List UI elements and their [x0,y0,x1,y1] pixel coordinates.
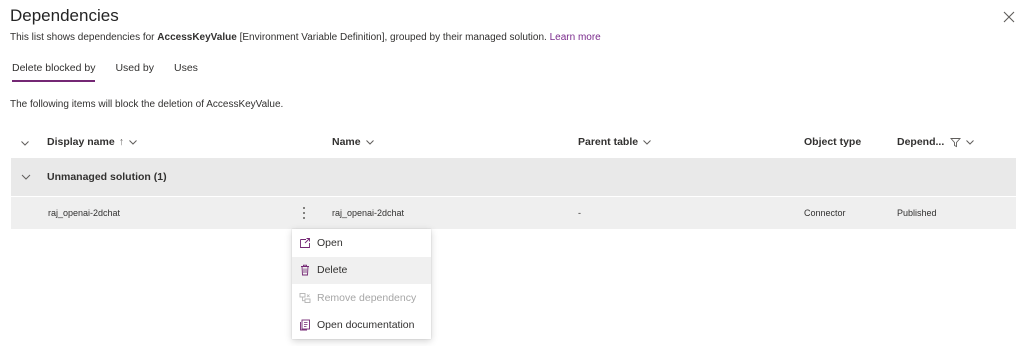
tab-used-by[interactable]: Used by [115,62,154,82]
remove-dependency-icon [299,292,311,303]
column-label-display-name: Display name [47,136,115,148]
cell-name: raj_openai-2dchat [332,208,405,218]
menu-label-remove-dependency: Remove dependency [317,291,417,304]
sort-ascending-icon: ↑ [118,136,124,148]
tab-uses[interactable]: Uses [174,62,198,82]
chevron-down-icon [365,140,374,145]
description-suffix: [Environment Variable Definition], group… [236,32,550,43]
description-prefix: This list shows dependencies for [10,32,158,43]
close-icon[interactable] [1001,9,1017,25]
more-options-icon[interactable] [297,204,311,222]
menu-item-remove-dependency[interactable]: Remove dependency [292,284,431,312]
dependencies-description: This list shows dependencies for AccessK… [10,32,601,43]
grid-header: Display name ↑ Name Parent table Object … [11,127,1016,158]
menu-label-open-documentation: Open documentation [317,319,415,332]
documentation-icon [300,319,310,331]
tab-delete-blocked-by[interactable]: Delete blocked by [12,62,96,82]
column-header-name[interactable]: Name [332,136,375,148]
chevron-down-icon [966,140,975,145]
column-header-dependency[interactable]: Depend... [897,136,975,148]
menu-item-open-documentation[interactable]: Open documentation [292,312,431,340]
chevron-down-icon[interactable] [20,171,32,183]
page-title: Dependencies [10,6,119,25]
trash-icon [301,265,309,276]
cell-parent-table: - [578,208,581,218]
menu-label-open: Open [317,236,343,249]
cell-display-name: raj_openai-2dchat [48,208,121,218]
tab-list: Delete blocked by Used by Uses [12,62,218,82]
filter-icon [950,137,962,147]
table-row[interactable]: raj_openai-2dchat raj_openai-2dchat - Co… [11,197,1016,229]
column-label-dependency: Depend... [897,136,945,148]
menu-item-open[interactable]: Open [292,229,431,257]
chevron-down-icon [643,140,651,145]
menu-item-delete[interactable]: Delete [292,256,431,284]
row-context-menu: Open Delete Remove dependency Open docum… [292,229,431,339]
component-name: AccessKeyValue [157,32,237,43]
learn-more-link[interactable]: Learn more [550,32,601,43]
group-label: Unmanaged solution (1) [47,171,167,183]
collapse-all-chevron-icon[interactable] [20,138,30,148]
cell-dependency: Published [897,208,937,218]
menu-label-delete: Delete [317,264,348,277]
dependencies-grid: Display name ↑ Name Parent table Object … [11,127,1016,229]
column-label-parent-table: Parent table [578,136,639,148]
open-icon [300,237,310,248]
column-label-name: Name [332,136,361,148]
column-header-display-name[interactable]: Display name ↑ [47,136,138,148]
chevron-down-icon [129,140,137,145]
column-label-object-type: Object type [804,136,862,148]
group-header[interactable]: Unmanaged solution (1) [11,158,1016,196]
info-text: The following items will block the delet… [10,99,284,110]
column-header-parent-table[interactable]: Parent table [578,136,652,148]
column-header-object-type[interactable]: Object type [804,136,861,148]
cell-object-type: Connector [804,208,846,218]
